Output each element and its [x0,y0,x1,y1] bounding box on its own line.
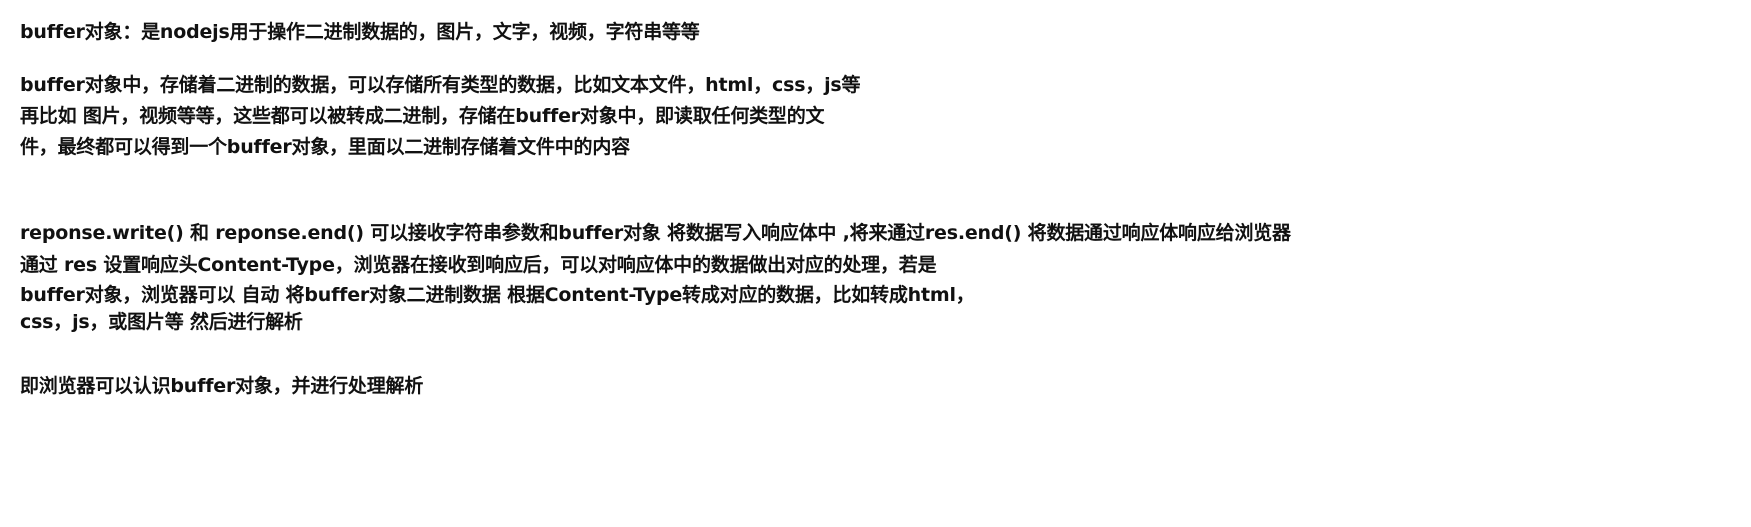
document-body: buffer对象：是nodejs用于操作二进制数据的，图片，文字，视频，字符串等… [20,0,1731,527]
text-line-7: buffer对象，浏览器可以 自动 将buffer对象二进制数据 根据Conte… [20,284,975,306]
text-line-5: reponse.write() 和 reponse.end() 可以接收字符串参… [20,222,1291,244]
text-line-4: 件，最终都可以得到一个buffer对象，里面以二进制存储着文件中的内容 [20,136,630,158]
text-line-3: 再比如 图片，视频等等，这些都可以被转成二进制，存储在buffer对象中，即读取… [20,105,825,127]
text-line-9: 即浏览器可以认识buffer对象，并进行处理解析 [20,375,424,397]
text-line-2: buffer对象中，存储着二进制的数据，可以存储所有类型的数据，比如文本文件，h… [20,74,861,96]
text-line-8: css，js，或图片等 然后进行解析 [20,311,303,333]
text-line-1: buffer对象：是nodejs用于操作二进制数据的，图片，文字，视频，字符串等… [20,21,700,43]
text-line-6: 通过 res 设置响应头Content-Type，浏览器在接收到响应后，可以对响… [20,254,937,276]
